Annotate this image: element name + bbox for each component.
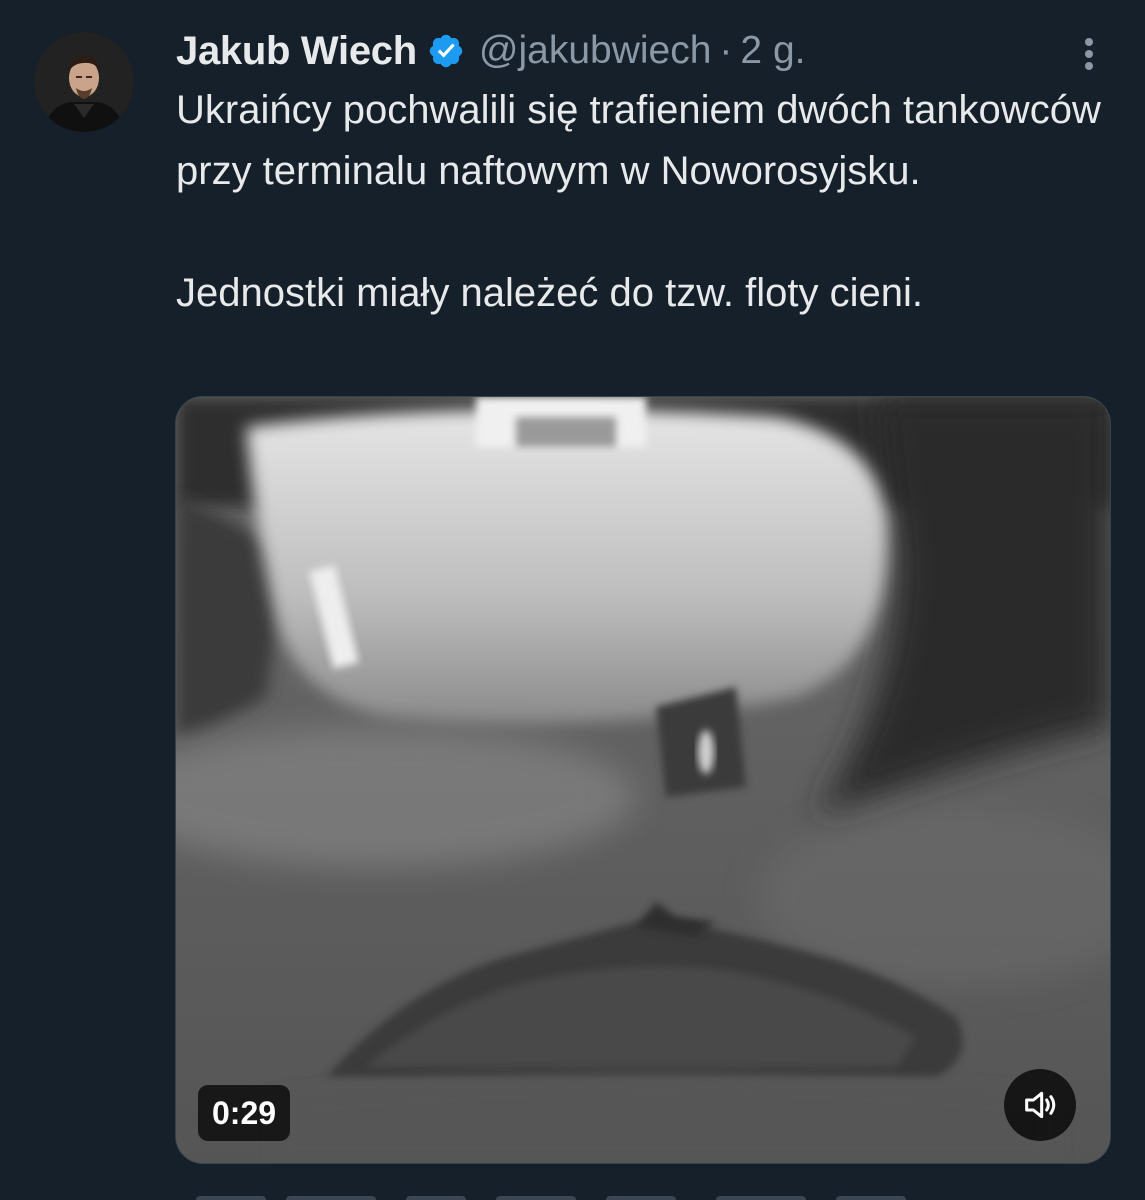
video-frame: [176, 397, 1110, 1163]
author-handle[interactable]: @jakubwiech: [479, 29, 712, 73]
tweet-text: Ukraińcy pochwalili się trafieniem dwóch…: [176, 80, 1106, 324]
tweet[interactable]: Jakub Wiech @jakubwiech · 2 g. Ukraińcy …: [0, 0, 1145, 1200]
speaker-muted-icon: [1025, 1091, 1056, 1119]
profile-photo-icon: [34, 32, 134, 132]
avatar[interactable]: [34, 32, 134, 132]
video-duration: 0:29: [198, 1085, 291, 1141]
tweet-text-paragraph: Ukraińcy pochwalili się trafieniem dwóch…: [176, 88, 1101, 193]
more-options-button[interactable]: [1072, 34, 1106, 74]
tweet-timestamp[interactable]: 2 g.: [740, 29, 805, 73]
author-display-name[interactable]: Jakub Wiech: [176, 29, 417, 74]
more-vertical-icon: [1085, 38, 1093, 70]
video-player[interactable]: 0:29: [175, 396, 1111, 1164]
next-content-cutoff: [176, 1184, 1106, 1200]
header-separator: ·: [719, 29, 733, 72]
verified-badge-icon: [427, 32, 465, 70]
tweet-text-paragraph: Jednostki miały należeć do tzw. floty ci…: [176, 271, 924, 315]
tweet-header: Jakub Wiech @jakubwiech · 2 g.: [176, 26, 805, 76]
mute-toggle-button[interactable]: [1004, 1069, 1076, 1141]
